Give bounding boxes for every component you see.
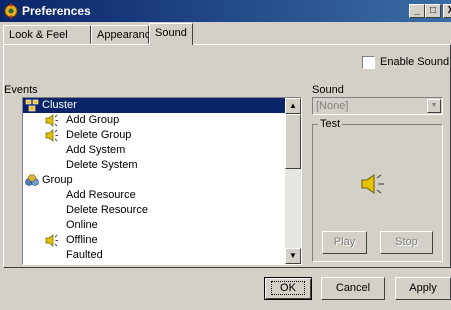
tree-item-faulted[interactable]: Faulted (23, 248, 285, 263)
scroll-down-arrow-icon[interactable]: ▼ (285, 248, 301, 264)
tree-item-label: Cluster (42, 99, 77, 111)
tree-item-label: Group (42, 174, 73, 186)
cancel-button[interactable]: Cancel (321, 277, 385, 300)
tree-item-offline[interactable]: Offline (23, 233, 285, 248)
tree-item-delete-system[interactable]: Delete System (23, 158, 285, 173)
tree-item-cluster[interactable]: Cluster (23, 98, 285, 113)
scrollbar-thumb[interactable] (285, 114, 301, 169)
cluster-icon (25, 99, 39, 112)
tab-appearance[interactable]: Appearance (91, 25, 156, 44)
speaker-icon (45, 234, 58, 247)
chevron-down-icon[interactable]: ▼ (427, 99, 441, 113)
apply-button[interactable]: Apply (395, 277, 451, 300)
tree-item-label: Add Group (66, 114, 120, 126)
tree-item-group[interactable]: Group (23, 173, 285, 188)
ok-button[interactable]: OK (264, 277, 312, 300)
tree-item-add-resource[interactable]: Add Resource (23, 188, 285, 203)
group-icon (25, 174, 39, 186)
tab-look-and-feel[interactable]: Look & Feel (3, 25, 91, 44)
tree-item-add-group[interactable]: Add Group (23, 113, 285, 128)
tree-item-label: Offline (66, 234, 98, 246)
tree-item-add-system[interactable]: Add System (23, 143, 285, 158)
tree-item-label: Delete Group (66, 129, 132, 141)
preferences-window: Preferences _ □ X Look & Feel Appearance… (0, 0, 451, 310)
tree-item-label: Faulted (66, 249, 103, 261)
scroll-up-arrow-icon[interactable]: ▲ (285, 98, 301, 114)
events-scrollbar[interactable]: ▲ ▼ (285, 98, 301, 264)
tree-item-label: Delete Resource (66, 204, 148, 216)
tree-item-delete-resource[interactable]: Delete Resource (23, 203, 285, 218)
sound-select[interactable]: [None] ▼ (312, 97, 443, 115)
maximize-button[interactable]: □ (425, 4, 441, 18)
test-group-label: Test (318, 118, 343, 130)
play-button[interactable]: Play (322, 231, 367, 254)
tree-item-online[interactable]: Online (23, 218, 285, 233)
sound-select-value: [None] (316, 100, 349, 112)
window-title: Preferences (22, 4, 91, 18)
sound-label: Sound (312, 84, 344, 96)
tree-item-label: Delete System (66, 159, 138, 171)
stop-button[interactable]: Stop (380, 231, 433, 254)
enable-sound-label[interactable]: Enable Sound (380, 56, 449, 68)
enable-sound-checkbox[interactable] (362, 56, 375, 69)
minimize-button[interactable]: _ (409, 4, 425, 18)
preferences-app-icon (4, 3, 18, 19)
events-tree[interactable]: Cluster Add Group Delete Group Add Syste… (22, 97, 302, 265)
ok-button-label: OK (271, 281, 305, 295)
speaker-icon (361, 174, 384, 194)
close-button[interactable]: X (443, 4, 451, 18)
events-label: Events (4, 84, 38, 96)
title-bar[interactable]: Preferences _ □ X (0, 0, 451, 22)
speaker-icon (45, 114, 58, 127)
tree-item-delete-group[interactable]: Delete Group (23, 128, 285, 143)
speaker-icon (45, 129, 58, 142)
tree-item-label: Add System (66, 144, 126, 156)
tab-sound[interactable]: Sound (149, 23, 193, 45)
tree-item-label: Online (66, 219, 98, 231)
tree-item-label: Add Resource (66, 189, 136, 201)
